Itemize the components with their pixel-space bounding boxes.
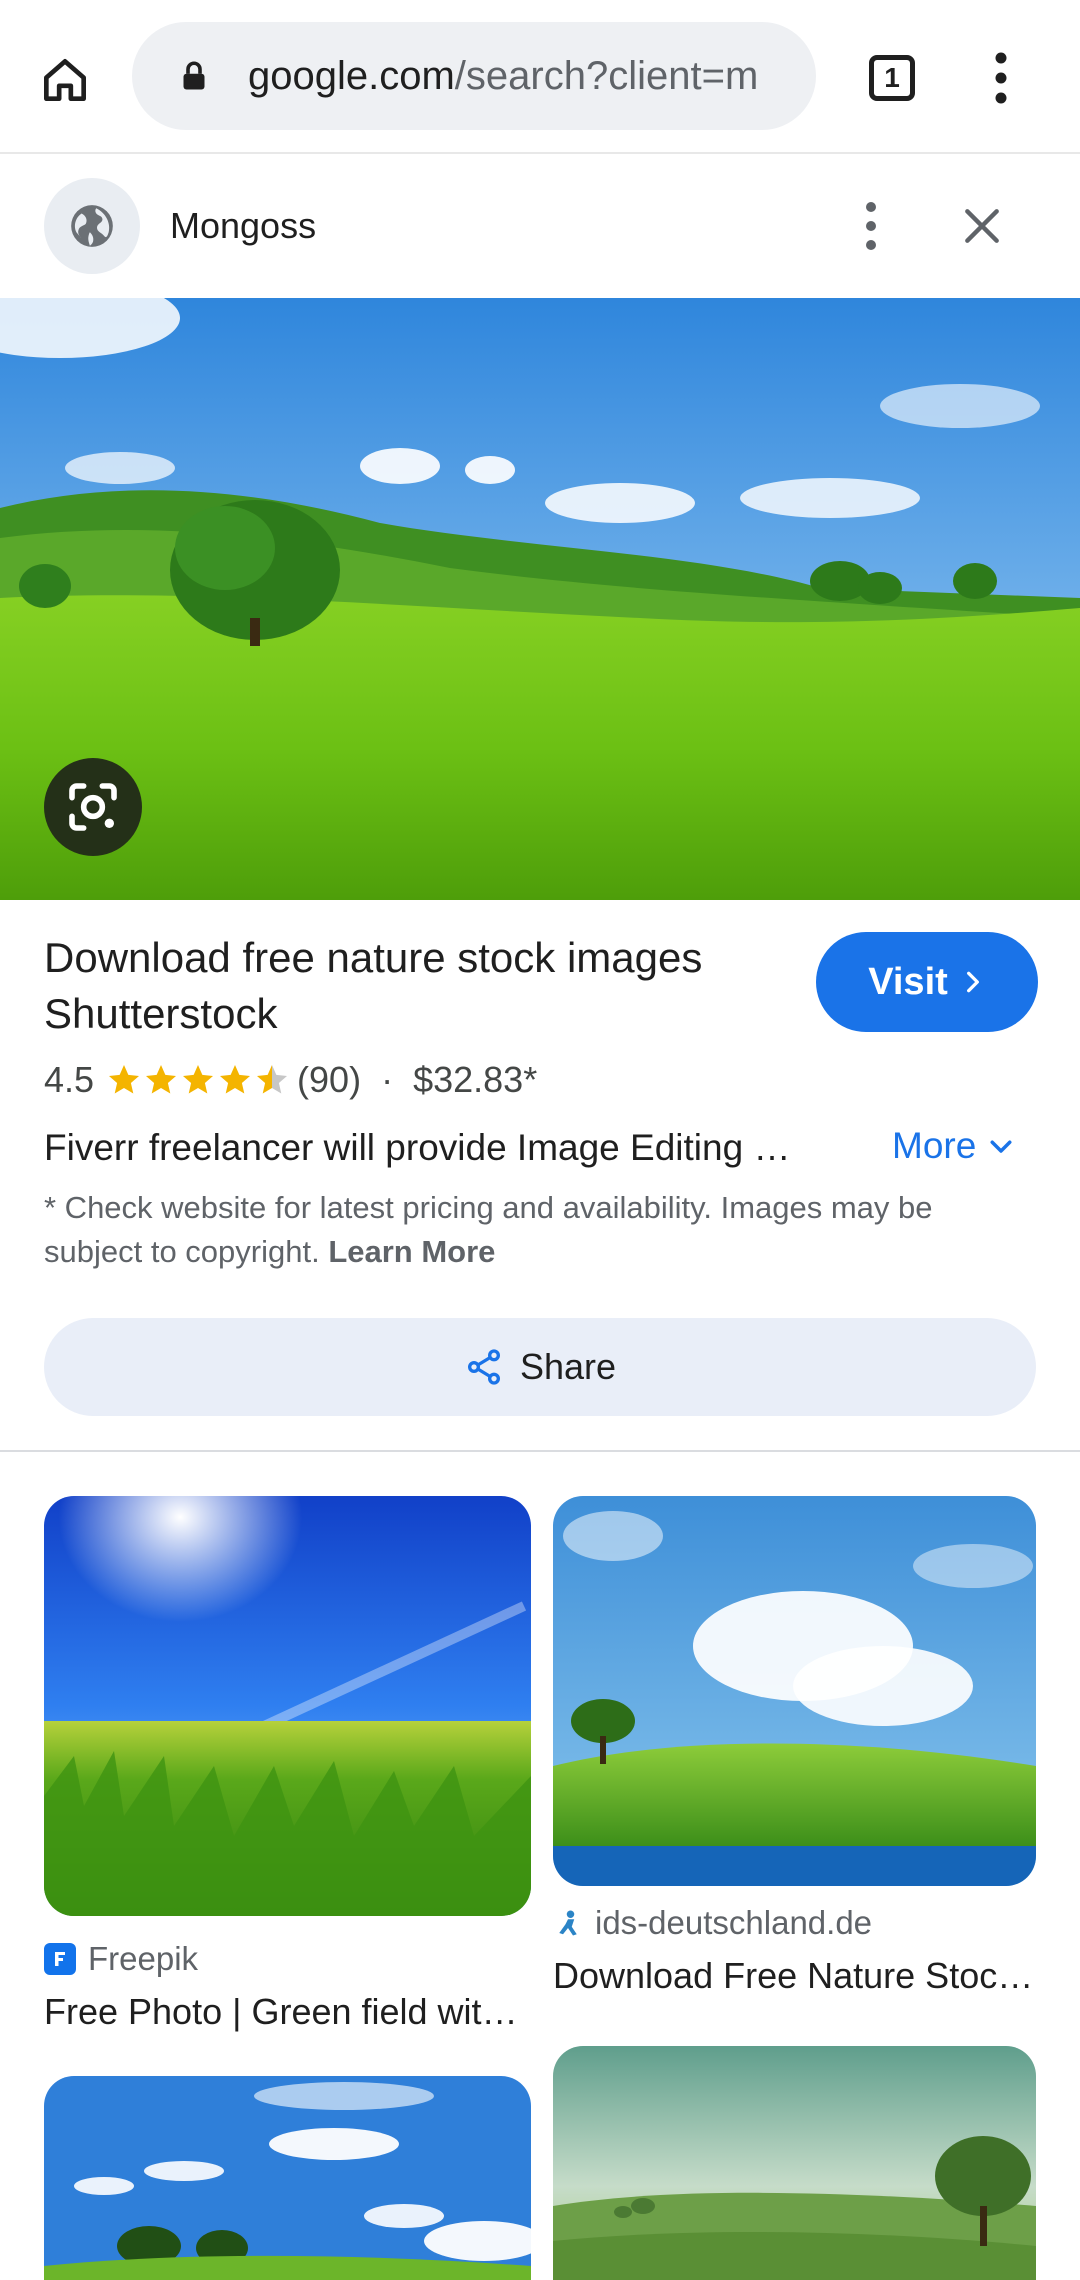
tab-count: 1 — [869, 55, 915, 101]
browser-toolbar: google.com/search?client=m 1 — [0, 0, 1080, 154]
share-label: Share — [519, 1346, 617, 1387]
close-icon — [965, 209, 999, 243]
related-card-1[interactable]: Freepik Free Photo | Green field with bl… — [44, 1496, 531, 2040]
visit-button[interactable]: Visit — [816, 932, 1038, 1032]
address-bar[interactable]: google.com/search?client=m — [132, 22, 816, 130]
rating-row: 4.5 (90) · $32.83* — [44, 1052, 537, 1108]
lock-icon — [183, 61, 205, 90]
related-image-2[interactable] — [553, 1496, 1036, 1886]
separator-dot: · — [381, 1059, 394, 1100]
main-image[interactable] — [0, 298, 1080, 900]
share-button[interactable]: Share — [44, 1318, 1036, 1416]
site-favicon-icon — [559, 1910, 577, 1936]
chevron-right-icon — [966, 971, 979, 993]
misty-field-image — [553, 2046, 1036, 2280]
star-icon — [220, 1065, 251, 1094]
related-title-1[interactable]: Free Photo | Green field with blue sky — [44, 1984, 531, 2040]
star-icon — [257, 1065, 288, 1094]
home-icon — [44, 59, 86, 101]
site-name: Mongoss — [170, 205, 317, 246]
review-count: (90) — [297, 1059, 362, 1100]
rating-number: 4.5 — [44, 1059, 95, 1100]
url-text[interactable]: google.com/search?client=m — [248, 46, 793, 106]
url-path: /search?client=m — [454, 54, 759, 98]
related-source-name-1: Freepik — [88, 1940, 199, 1977]
star-icon — [183, 1065, 214, 1094]
more-button[interactable]: More — [892, 1118, 1016, 1174]
lens-icon — [69, 783, 117, 831]
close-button[interactable] — [948, 192, 1016, 260]
related-source-1: Freepik — [44, 1934, 531, 1984]
more-label: More — [892, 1125, 977, 1166]
star-icon — [109, 1065, 140, 1094]
more-vert-icon — [995, 52, 1007, 104]
green-field-image — [44, 1496, 531, 1916]
pricing-disclaimer: * Check website for latest pricing and a… — [44, 1186, 1034, 1274]
freepik-favicon — [44, 1943, 76, 1975]
image-viewer-header: Mongoss — [0, 154, 1080, 298]
tab-switcher-button[interactable]: 1 — [858, 44, 926, 112]
result-title[interactable]: Download free nature stock images Shutte… — [44, 930, 784, 1042]
google-lens-button[interactable] — [44, 758, 142, 856]
globe-icon — [71, 205, 113, 247]
related-card-2[interactable]: ids-deutschland.de Download Free Nature … — [553, 1496, 1036, 2004]
more-vert-icon — [866, 202, 876, 250]
related-title-2[interactable]: Download Free Nature Stock Images — [553, 1948, 1036, 2004]
learn-more-link[interactable]: Learn More — [328, 1234, 495, 1269]
browser-menu-button[interactable] — [976, 46, 1026, 110]
rating-stars — [106, 1062, 291, 1098]
viewer-more-button[interactable] — [846, 194, 896, 258]
url-host: google.com — [248, 54, 455, 98]
related-source-2: ids-deutschland.de — [553, 1898, 1036, 1948]
trees-sky-image — [44, 2076, 531, 2280]
freepik-logo-icon — [55, 1952, 65, 1966]
related-source-name-2: ids-deutschland.de — [595, 1904, 873, 1941]
result-description: Fiverr freelancer will provide Image Edi… — [44, 1127, 804, 1168]
home-button[interactable] — [30, 45, 100, 115]
chevron-down-icon — [990, 1140, 1012, 1153]
share-icon — [467, 1349, 500, 1385]
landscape-image — [0, 298, 1080, 900]
visit-label: Visit — [868, 960, 948, 1003]
divider — [0, 1450, 1080, 1452]
related-image-1[interactable] — [44, 1496, 531, 1916]
related-image-4[interactable] — [553, 2046, 1036, 2280]
price: $32.83* — [413, 1059, 538, 1100]
site-avatar — [44, 178, 140, 274]
star-icon — [146, 1065, 177, 1094]
related-image-3[interactable] — [44, 2076, 531, 2280]
tree-hill-image — [553, 1496, 1036, 1886]
